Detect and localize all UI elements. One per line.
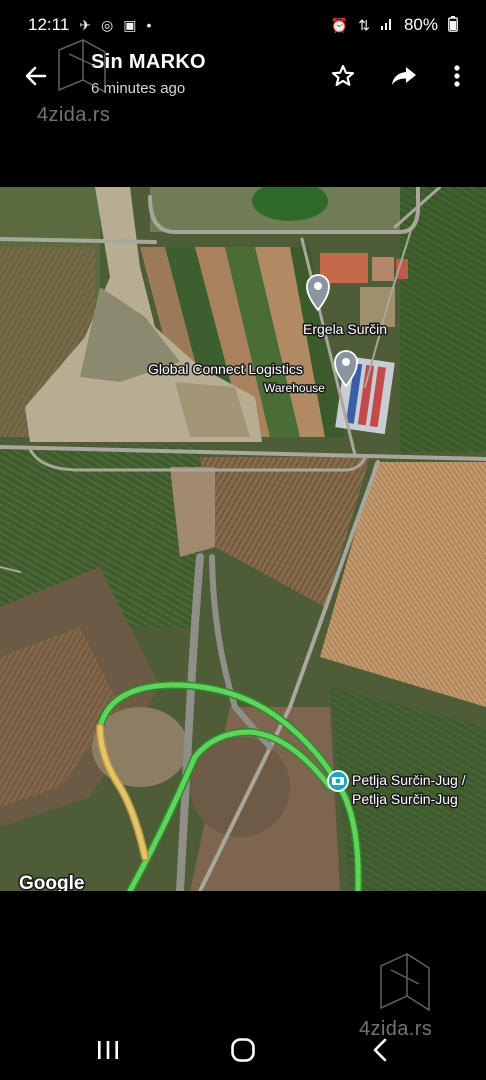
star-button[interactable] — [325, 58, 361, 94]
watermark-top: 4zida.rs — [37, 104, 111, 126]
system-nav-bar — [0, 1020, 486, 1080]
home-icon — [231, 1038, 255, 1062]
star-icon — [331, 64, 355, 86]
label-ergela: Ergela Surčin — [303, 321, 387, 337]
nav-back-button[interactable] — [350, 1028, 410, 1072]
share-button[interactable] — [386, 58, 422, 94]
back-icon — [373, 1038, 387, 1062]
cell-signal-icon — [380, 17, 394, 34]
watermark-logo-bottom — [380, 952, 430, 1012]
recents-icon — [98, 1041, 118, 1059]
satellite-map[interactable]: Ergela Surčin Global Connect Logistics W… — [0, 187, 486, 891]
whatsapp-icon: ◎ — [101, 16, 114, 33]
camera-place-icon[interactable] — [327, 770, 349, 792]
label-warehouse: Warehouse — [264, 381, 325, 395]
battery-percent: 80% — [403, 15, 438, 34]
label-global-connect: Global Connect Logistics — [148, 361, 303, 377]
watermark-logo-top — [58, 38, 106, 94]
dot-icon: • — [146, 17, 152, 33]
battery-icon — [448, 15, 458, 35]
label-petlja-1: Petlja Surčin-Jug / — [352, 772, 466, 788]
alarm-icon: ⏰ — [330, 16, 349, 33]
more-vert-icon — [454, 65, 460, 87]
recents-button[interactable] — [78, 1028, 138, 1072]
share-icon — [392, 67, 416, 85]
home-button[interactable] — [213, 1028, 273, 1072]
gallery-icon: ▣ — [123, 16, 137, 33]
google-logo: Google — [19, 873, 84, 891]
status-time: 12:11 — [28, 15, 70, 34]
label-petlja-2: Petlja Surčin-Jug — [352, 791, 458, 807]
status-right: ⏰ ⇅ 80% — [331, 15, 458, 35]
signal-app-icon: ✈ — [79, 16, 92, 33]
back-button[interactable] — [18, 58, 54, 94]
status-left: 12:11 ✈ ◎ ▣ • — [28, 15, 151, 35]
data-icon: ⇅ — [358, 16, 370, 33]
back-arrow-icon — [25, 66, 47, 86]
map-canvas[interactable]: Ergela Surčin Global Connect Logistics W… — [0, 187, 486, 891]
more-options-button[interactable] — [439, 58, 475, 94]
